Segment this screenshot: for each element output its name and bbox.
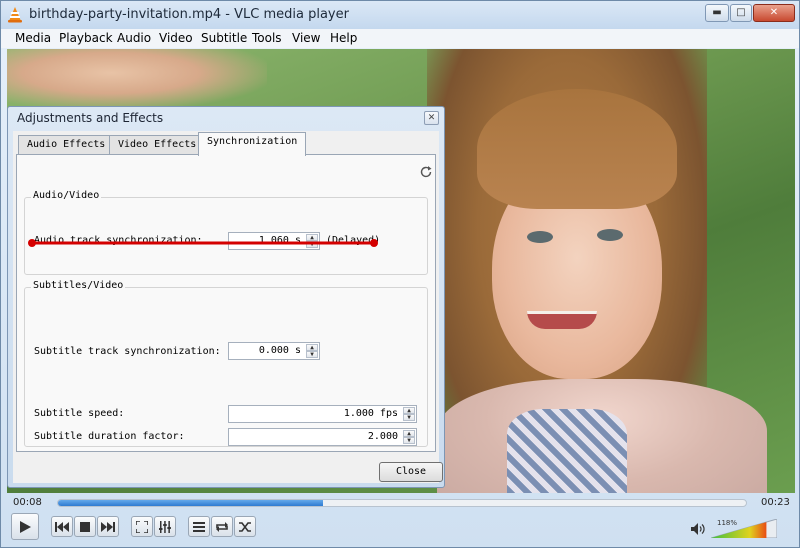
stop-icon — [80, 521, 90, 532]
play-button[interactable] — [11, 513, 39, 540]
tab-video-effects[interactable]: Video Effects — [109, 135, 206, 155]
video-bangs — [477, 89, 677, 209]
elapsed-time: 00:08 — [13, 497, 42, 508]
loop-icon — [216, 521, 228, 532]
subtitle-sync-label: Subtitle track synchronization: — [34, 346, 221, 357]
tab-synchronization[interactable]: Synchronization — [198, 132, 307, 156]
extended-settings-button[interactable] — [154, 516, 176, 537]
subtitle-speed-label: Subtitle speed: — [34, 408, 125, 419]
equalizer-icon — [159, 520, 171, 533]
menu-audio[interactable]: Audio — [117, 31, 151, 45]
subtitle-speed-value: 1.000 fps — [343, 408, 398, 419]
synchronization-panel: Audio/Video Audio track synchronization:… — [16, 154, 436, 452]
subtitle-duration-arrows: ▲ ▼ — [403, 430, 415, 444]
subtitle-speed-spinbox[interactable]: 1.000 fps ▲ ▼ — [228, 405, 417, 423]
video-dress — [507, 409, 627, 493]
subtitle-duration-value: 2.000 — [367, 431, 398, 442]
spin-down-icon[interactable]: ▼ — [306, 351, 318, 358]
close-window-button[interactable]: ✕ — [753, 4, 795, 22]
video-mouth — [527, 311, 597, 329]
vlc-window: birthday-party-invitation.mp4 - VLC medi… — [0, 0, 800, 548]
menu-media[interactable]: Media — [15, 31, 51, 45]
menu-tools[interactable]: Tools — [252, 31, 282, 45]
spin-down-icon[interactable]: ▼ — [403, 437, 415, 444]
dialog-body: Audio Effects Video Effects Synchronizat… — [13, 131, 443, 483]
stop-button[interactable] — [74, 516, 96, 537]
subtitle-duration-label: Subtitle duration factor: — [34, 431, 185, 442]
subtitle-sync-spinbox[interactable]: 0.000 s ▲ ▼ — [228, 342, 320, 360]
dialog-close-icon[interactable]: ✕ — [424, 111, 439, 125]
seek-progress-fill — [58, 500, 323, 506]
subtitle-sync-arrows: ▲ ▼ — [306, 344, 318, 358]
reset-refresh-icon[interactable] — [419, 165, 433, 179]
shuffle-icon — [238, 521, 251, 532]
subtitles-video-group-label: Subtitles/Video — [31, 280, 126, 291]
play-icon — [20, 520, 31, 533]
subtitle-sync-value: 0.000 s — [258, 345, 301, 356]
red-annotation-line — [28, 239, 378, 247]
title-bar: birthday-party-invitation.mp4 - VLC medi… — [1, 1, 799, 29]
menu-help[interactable]: Help — [330, 31, 357, 45]
seek-row: 00:08 00:23 — [1, 494, 799, 512]
fullscreen-icon — [136, 520, 148, 533]
playlist-button[interactable] — [188, 516, 210, 537]
subtitle-duration-spinbox[interactable]: 2.000 ▲ ▼ — [228, 428, 417, 446]
fullscreen-button[interactable] — [131, 516, 153, 537]
video-blur-foreground — [7, 49, 267, 109]
total-time: 00:23 — [761, 497, 790, 508]
maximize-button[interactable]: □ — [730, 4, 752, 22]
subtitles-video-group: Subtitles/Video Subtitle track synchroni… — [24, 280, 428, 447]
spin-up-icon[interactable]: ▲ — [403, 407, 415, 414]
spin-down-icon[interactable]: ▼ — [403, 414, 415, 421]
playlist-icon — [193, 521, 205, 532]
volume-percent: 118% — [717, 519, 738, 527]
menu-video[interactable]: Video — [159, 31, 193, 45]
menu-bar: Media Playback Audio Video Subtitle Tool… — [1, 29, 799, 48]
speaker-icon[interactable] — [691, 523, 705, 535]
video-eye-right — [597, 229, 623, 241]
menu-playback[interactable]: Playback — [59, 31, 113, 45]
dialog-title: Adjustments and Effects — [17, 111, 164, 125]
menu-view[interactable]: View — [292, 31, 320, 45]
video-eye-left — [527, 231, 553, 243]
audio-video-group: Audio/Video Audio track synchronization:… — [24, 190, 428, 275]
menu-subtitle[interactable]: Subtitle — [201, 31, 247, 45]
spin-up-icon[interactable]: ▲ — [403, 430, 415, 437]
shuffle-button[interactable] — [234, 516, 256, 537]
audio-video-group-label: Audio/Video — [31, 190, 102, 201]
loop-button[interactable] — [211, 516, 233, 537]
previous-icon — [55, 521, 69, 532]
next-icon — [101, 521, 115, 532]
previous-button[interactable] — [51, 516, 73, 537]
tab-audio-effects[interactable]: Audio Effects — [18, 135, 115, 155]
seek-bar[interactable] — [57, 499, 747, 507]
spin-up-icon[interactable]: ▲ — [306, 344, 318, 351]
window-title: birthday-party-invitation.mp4 - VLC medi… — [29, 7, 349, 22]
close-button[interactable]: Close — [379, 462, 443, 482]
vlc-cone-icon — [8, 7, 22, 23]
adjustments-dialog: Adjustments and Effects ✕ Audio Effects … — [7, 106, 445, 488]
minimize-button[interactable]: ▬ — [705, 4, 729, 22]
next-button[interactable] — [97, 516, 119, 537]
subtitle-speed-arrows: ▲ ▼ — [403, 407, 415, 421]
